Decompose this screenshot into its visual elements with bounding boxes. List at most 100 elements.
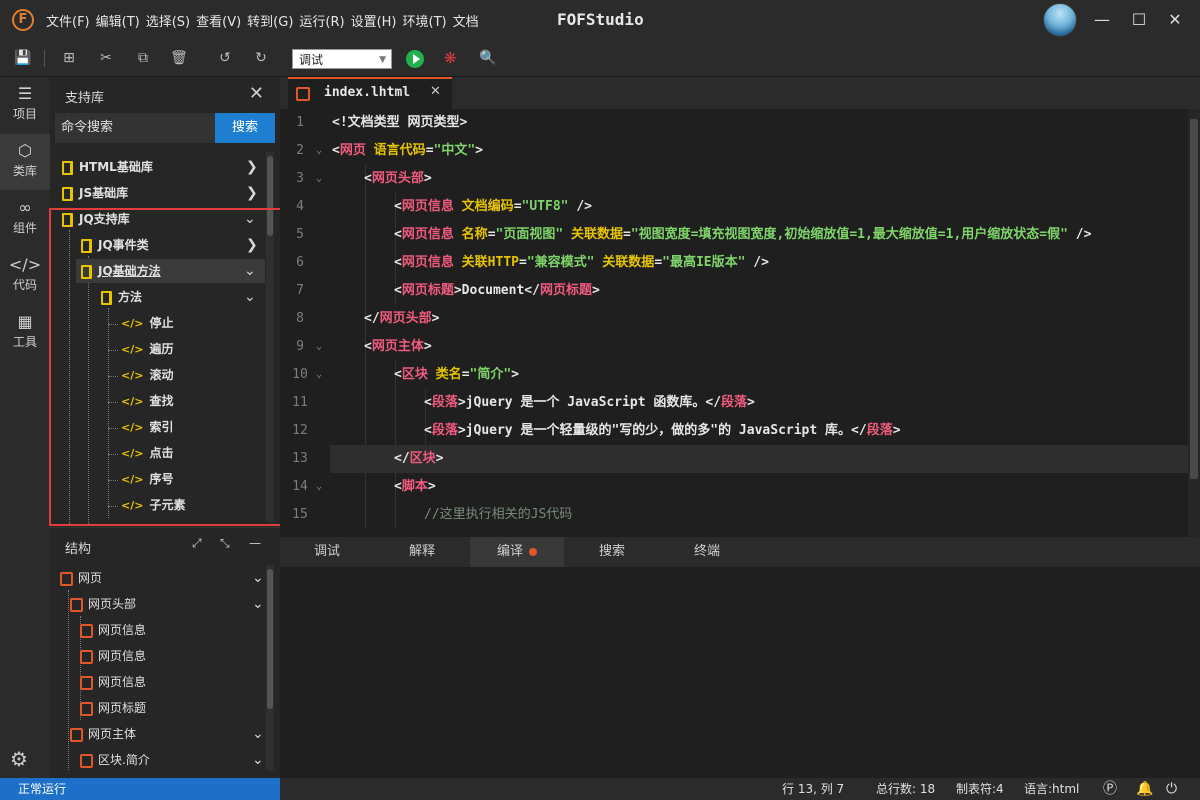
tab-index[interactable]: index.lhtml ✕	[288, 77, 452, 109]
tab-search[interactable]: 搜索	[565, 537, 659, 567]
structure-item-label: 网页信息	[98, 623, 147, 637]
cube-icon: ⬡	[18, 141, 32, 160]
chevron-right-icon: ❯	[246, 185, 258, 201]
tab-interpret[interactable]: 解释	[375, 537, 469, 567]
redo-icon[interactable]: ↻	[252, 49, 270, 67]
mode-select[interactable]: 调试 ▼	[292, 49, 392, 69]
fold-icon[interactable]: ⌄	[316, 333, 322, 361]
code-line: 4 <网页信息 文档编码="UTF8" />	[280, 193, 1190, 221]
code-line: 14 ⌄ <脚本>	[280, 473, 1190, 501]
structure-item-head[interactable]: 网页头部 ⌄	[70, 592, 265, 616]
app-title: FOFStudio	[557, 10, 644, 29]
undo-icon[interactable]: ↺	[216, 49, 234, 67]
language-mode[interactable]: 语言:html	[1024, 778, 1079, 800]
layers-icon: ☰	[17, 84, 33, 103]
line-number: 13	[292, 451, 308, 466]
structure-item-body[interactable]: 网页主体 ⌄	[70, 722, 265, 746]
search-button[interactable]: 搜索	[215, 113, 275, 143]
title-bar: F 文件(F) 编辑(T) 选择(S) 查看(V) 转到(G) 运行(R) 设置…	[0, 0, 1200, 40]
fold-icon[interactable]: ⌄	[316, 361, 322, 389]
run-icon[interactable]	[406, 50, 424, 68]
library-item-js[interactable]: JS基础库 ❯	[62, 181, 267, 205]
menu-select[interactable]: 选择(S)	[146, 11, 190, 30]
gear-icon[interactable]: ⚙	[10, 747, 28, 771]
code-text: <!文档类型 网页类型>	[332, 115, 468, 130]
library-item-html[interactable]: HTML基础库 ❯	[62, 155, 267, 179]
line-number: 11	[292, 395, 308, 410]
code-line: 11 <段落>jQuery 是一个 JavaScript 函数库。</段落>	[280, 389, 1190, 417]
tab-terminal[interactable]: 终端	[660, 537, 754, 567]
minimize-panel-icon[interactable]: —	[249, 536, 261, 550]
fold-icon[interactable]: ⌄	[316, 165, 322, 193]
total-lines: 总行数: 18	[876, 782, 936, 796]
menu-goto[interactable]: 转到(G)	[247, 11, 293, 30]
menu-environment[interactable]: 环境(T)	[403, 11, 447, 30]
editor-scroll-thumb[interactable]	[1190, 119, 1198, 479]
structure-item-meta[interactable]: 网页信息	[80, 670, 146, 694]
editor-scrollbar[interactable]	[1188, 109, 1200, 537]
structure-item-meta[interactable]: 网页信息	[80, 644, 146, 668]
delete-icon[interactable]: 🗑	[170, 49, 188, 67]
menu-edit[interactable]: 编辑(T)	[96, 11, 140, 30]
activity-components-label: 组件	[12, 221, 37, 235]
app-logo: F	[12, 9, 34, 31]
structure-item-title[interactable]: 网页标题	[80, 696, 146, 720]
maximize-icon[interactable]: ☐	[1127, 8, 1151, 32]
debug-icon[interactable]: ❋	[444, 49, 457, 67]
structure-item-label: 网页主体	[88, 727, 137, 741]
code-icon: </>	[8, 255, 42, 274]
library-item-label: JS基础库	[79, 186, 129, 200]
activity-library[interactable]: ⬡ 类库	[0, 134, 50, 190]
menu-settings[interactable]: 设置(H)	[351, 11, 397, 30]
activity-code[interactable]: </> 代码	[0, 248, 50, 304]
structure-item-meta[interactable]: 网页信息	[80, 618, 146, 642]
currency-icon[interactable]: Ⓟ	[1103, 778, 1117, 800]
activity-code-label: 代码	[12, 278, 37, 292]
copy-icon[interactable]: ⧉	[134, 49, 152, 67]
user-avatar[interactable]	[1043, 3, 1077, 37]
fold-icon[interactable]: ⌄	[316, 473, 322, 501]
activity-components[interactable]: ∞ 组件	[0, 191, 50, 247]
save-icon[interactable]: 💾	[14, 49, 32, 67]
tab-compile-label: 编译	[496, 544, 523, 559]
activity-tools[interactable]: ▦ 工具	[0, 305, 50, 361]
line-number: 10	[292, 367, 308, 382]
code-line: 5 <网页信息 名称="页面视图" 关联数据="视图宽度=填充视图宽度,初始缩放值…	[280, 221, 1190, 249]
close-window-icon[interactable]: ✕	[1163, 8, 1187, 32]
bell-icon[interactable]: 🔔	[1136, 778, 1153, 800]
code-text: <段落>jQuery 是一个 JavaScript 函数库。</段落>	[424, 395, 755, 410]
tab-compile[interactable]: 编译	[470, 537, 564, 567]
activity-project[interactable]: ☰ 项目	[0, 77, 50, 133]
command-search-input[interactable]: 命令搜索	[55, 113, 215, 143]
structure-item-page[interactable]: 网页 ⌄	[60, 566, 265, 590]
menu-file[interactable]: 文件(F)	[46, 11, 90, 30]
code-line: 6 <网页信息 关联HTTP="兼容模式" 关联数据="最高IE版本" />	[280, 249, 1190, 277]
cut-icon[interactable]: ✂	[97, 49, 115, 67]
structure-scrollbar[interactable]	[266, 565, 274, 770]
menu-view[interactable]: 查看(V)	[196, 11, 241, 30]
code-editor[interactable]: 1 <!文档类型 网页类型> 2 ⌄ <网页 语言代码="中文"> 3 ⌄ <网页头部> …	[280, 109, 1200, 537]
fold-icon[interactable]: ⌄	[316, 137, 322, 165]
tree-guide	[68, 590, 69, 770]
structure-item-block[interactable]: 区块.简介 ⌄	[80, 748, 265, 772]
library-item-label: HTML基础库	[79, 160, 153, 174]
minimize-icon[interactable]: —	[1090, 8, 1114, 32]
power-icon[interactable]: ⏻	[1166, 778, 1177, 800]
expand-icon[interactable]: ⤢	[192, 536, 202, 551]
code-text: //这里执行相关的JS代码	[424, 507, 573, 522]
close-icon[interactable]: ✕	[249, 83, 264, 104]
tab-debug[interactable]: 调试	[280, 537, 374, 567]
tab-size[interactable]: 制表符:4	[956, 778, 1004, 800]
highlight-box	[49, 208, 312, 526]
menu-run[interactable]: 运行(R)	[299, 11, 344, 30]
close-icon[interactable]: ✕	[430, 84, 441, 99]
inspect-icon[interactable]: 🔍	[479, 49, 497, 67]
collapse-icon[interactable]: ⤡	[220, 536, 230, 551]
structure-scroll-thumb[interactable]	[267, 569, 273, 709]
code-text: </网页头部>	[364, 311, 440, 326]
code-text: <网页信息 关联HTTP="兼容模式" 关联数据="最高IE版本" />	[394, 255, 769, 270]
menu-docs[interactable]: 文档	[453, 11, 479, 30]
library-title: 支持库	[65, 91, 105, 106]
new-file-icon[interactable]: ⊞	[60, 49, 78, 67]
cursor-position[interactable]: 行 13, 列 7	[782, 778, 844, 800]
